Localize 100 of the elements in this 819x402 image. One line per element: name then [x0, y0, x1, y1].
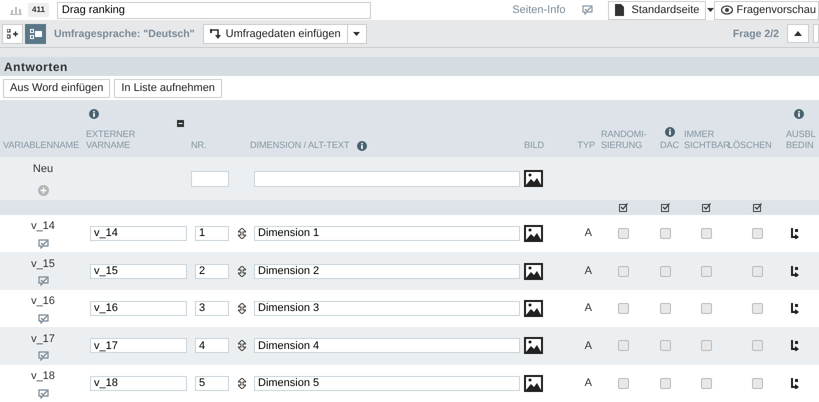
image-icon[interactable]: [524, 374, 543, 392]
checkbox[interactable]: [660, 302, 670, 314]
checkbox[interactable]: [660, 266, 670, 277]
number-field[interactable]: [191, 170, 229, 186]
caret-icon: [707, 8, 714, 12]
image-icon[interactable]: [524, 225, 543, 242]
image-icon[interactable]: [524, 300, 543, 317]
checkbox[interactable]: [700, 266, 712, 277]
up-down-arrows-icon[interactable]: [238, 378, 246, 389]
dimension-field[interactable]: [254, 170, 520, 186]
image-icon[interactable]: [524, 337, 543, 354]
checkbox[interactable]: [700, 340, 712, 352]
variable-name: v_17: [31, 332, 55, 347]
column-header: AUSBL BEDIN: [786, 129, 816, 151]
checkbox[interactable]: [660, 228, 670, 240]
variable-name: v_16: [31, 294, 55, 310]
column-header: EXTERNER VARNAME: [86, 129, 136, 151]
branch-icon[interactable]: [790, 228, 799, 240]
new-row-label: Neu: [32, 162, 54, 177]
number-field[interactable]: 2: [195, 264, 229, 279]
collapse-icon[interactable]: [177, 120, 184, 127]
checkbox[interactable]: [752, 228, 762, 240]
previous-question-button[interactable]: [787, 24, 809, 43]
check-note-icon[interactable]: [582, 5, 592, 15]
up-down-arrows-icon[interactable]: [238, 340, 246, 352]
checkbox[interactable]: [700, 378, 712, 389]
number-field[interactable]: 5: [195, 376, 229, 391]
dimension-field[interactable]: Dimension 2: [254, 264, 520, 279]
external-name-field[interactable]: v_15: [90, 264, 187, 279]
preview-button[interactable]: Fragenvorschau: [714, 0, 819, 20]
question-counter: Frage 2/2: [732, 27, 779, 42]
dropdown-toggle-button[interactable]: [346, 24, 367, 44]
checkbox[interactable]: [660, 340, 670, 352]
external-name-field[interactable]: v_16: [90, 300, 187, 316]
checkbox[interactable]: [752, 302, 762, 314]
page-info-label: Seiten-Info: [512, 2, 566, 18]
question-title-field[interactable]: Drag ranking: [56, 2, 371, 18]
view-toggle[interactable]: [25, 24, 46, 44]
dimension-field[interactable]: Dimension 3: [254, 300, 520, 316]
branch-icon[interactable]: [790, 378, 799, 389]
check-note-icon[interactable]: [38, 388, 48, 398]
add-row-icon: [6, 29, 18, 39]
action-button[interactable]: In Liste aufnehmen: [114, 78, 222, 98]
checkbox[interactable]: [752, 378, 762, 389]
column-header: DIMENSION / ALT-TEXT: [250, 140, 350, 151]
branch-icon[interactable]: [790, 340, 799, 352]
column-header: DAC: [660, 140, 680, 151]
variable-name: v_14: [31, 219, 55, 234]
variable-name: v_18: [31, 369, 55, 384]
document-icon: [614, 4, 624, 16]
checkbox[interactable]: [752, 266, 762, 277]
column-header: BILD: [524, 140, 544, 151]
up-down-arrows-icon[interactable]: [238, 266, 246, 277]
dimension-field[interactable]: Dimension 4: [254, 338, 520, 354]
checkbox[interactable]: [618, 378, 628, 389]
branch-icon[interactable]: [790, 266, 799, 277]
dimension-field[interactable]: Dimension 1: [254, 226, 520, 242]
check-note-icon[interactable]: [38, 238, 48, 249]
eye-icon: [720, 5, 732, 15]
branch-icon[interactable]: [790, 302, 799, 314]
action-button[interactable]: Aus Word einfügen: [3, 78, 110, 98]
external-name-field[interactable]: v_14: [90, 226, 187, 242]
checkbox[interactable]: [700, 302, 712, 314]
checkbox-icon[interactable]: [752, 203, 762, 212]
image-icon[interactable]: [524, 262, 543, 280]
up-down-arrows-icon[interactable]: [238, 228, 246, 240]
number-field[interactable]: 4: [195, 338, 229, 354]
section-title: Antworten: [0, 57, 819, 76]
bar-chart-icon: [10, 5, 22, 15]
checkbox[interactable]: [618, 228, 628, 240]
up-down-arrows-icon[interactable]: [238, 302, 246, 314]
checkbox[interactable]: [618, 340, 628, 352]
checkbox[interactable]: [618, 266, 628, 277]
external-name-field[interactable]: v_17: [90, 338, 187, 354]
number-field[interactable]: 3: [195, 300, 229, 316]
up-arrow-icon: [794, 31, 802, 36]
question-number: 411: [28, 3, 49, 17]
list-view-icon: [30, 29, 42, 39]
type-label: A: [584, 302, 592, 314]
check-note-icon[interactable]: [38, 314, 48, 324]
column-header: TYP: [577, 140, 595, 151]
checkbox[interactable]: [618, 302, 628, 314]
external-name-field[interactable]: v_18: [90, 376, 187, 391]
insert-arrow-icon: [210, 28, 222, 40]
add-icon[interactable]: [38, 185, 48, 196]
number-field[interactable]: 1: [195, 226, 229, 242]
checkbox-icon[interactable]: [618, 203, 628, 212]
insert-data-button[interactable]: Umfragedaten einfügen: [202, 24, 348, 44]
check-note-icon[interactable]: [38, 351, 48, 362]
checkbox[interactable]: [660, 378, 670, 389]
checkbox[interactable]: [700, 228, 712, 240]
check-note-icon[interactable]: [38, 276, 48, 286]
checkbox[interactable]: [752, 340, 762, 352]
checkbox-icon[interactable]: [702, 203, 710, 212]
language-label: Umfragesprache: "Deutsch": [54, 27, 195, 42]
image-icon[interactable]: [524, 170, 543, 187]
checkbox-icon[interactable]: [660, 203, 670, 212]
column-header: IMMER SICHTBAR: [684, 129, 730, 151]
dimension-field[interactable]: Dimension 5: [254, 376, 520, 391]
column-header: VARIABLENNAME: [3, 140, 80, 151]
